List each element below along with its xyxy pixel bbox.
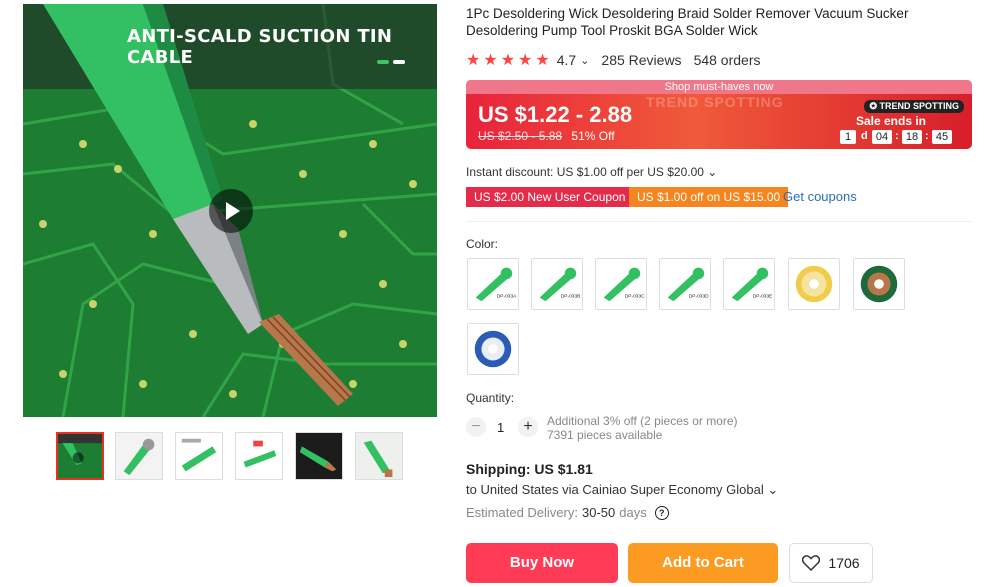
sale-ends-label: Sale ends in (855, 114, 926, 128)
main-product-image[interactable]: ANTI-SCALD SUCTION TIN CABLE (23, 4, 437, 417)
video-play-icon[interactable] (209, 189, 253, 233)
countdown-minutes: 18 (902, 130, 922, 144)
color-swatch-4[interactable]: DP-033D (659, 258, 711, 310)
svg-text:DP-033B: DP-033B (561, 293, 580, 299)
thumbnail-6[interactable] (355, 432, 403, 480)
swatch-image: DP-033D (660, 259, 710, 309)
swatch-image: DP-033A (468, 259, 518, 309)
help-icon[interactable]: ? (654, 505, 669, 520)
original-price: US $2.50 - 5.88 (478, 129, 563, 143)
thumbnail-3[interactable] (175, 432, 223, 480)
heart-icon (802, 555, 821, 571)
svg-text:DP-033A: DP-033A (497, 293, 517, 299)
main-image-banner-text: ANTI-SCALD SUCTION TIN CABLE (127, 26, 393, 68)
svg-text:DP-033E: DP-033E (753, 293, 772, 299)
svg-text:DP-033C: DP-033C (625, 293, 645, 299)
quantity-increase-button[interactable]: + (518, 417, 538, 437)
swatch-image: DP-033E (724, 259, 774, 309)
rating-row[interactable]: ★ ★ ★ ★ ★ 4.7 ⌄ 285 Reviews 548 orders (466, 50, 761, 70)
new-user-coupon[interactable]: US $2.00 New User Coupon (466, 187, 634, 207)
thumbnail-4[interactable] (235, 432, 283, 480)
pieces-available: 7391 pieces available (547, 428, 663, 442)
countdown-hours: 04 (872, 130, 892, 144)
swatch-image: DP-033B (532, 259, 582, 309)
countdown-separator: : (895, 130, 899, 142)
color-swatch-1[interactable]: DP-033A (467, 258, 519, 310)
trend-badge-label: TREND SPOTTING (879, 101, 959, 111)
countdown-d-unit: d (861, 130, 868, 142)
wishlist-count: 1706 (828, 555, 860, 571)
star-icon: ★ (466, 52, 481, 69)
wishlist-button[interactable]: 1706 (789, 543, 873, 583)
swatch-image (468, 324, 518, 374)
star-icon: ★ (518, 52, 533, 69)
swatch-image (854, 259, 904, 309)
shipping-title: Shipping: US $1.81 (466, 461, 593, 477)
rating-value: 4.7 (556, 52, 577, 68)
product-title: 1Pc Desoldering Wick Desoldering Braid S… (466, 6, 909, 38)
countdown-days: 1 (840, 130, 856, 144)
rating-chevron-icon[interactable]: ⌄ (580, 54, 589, 67)
color-swatch-5[interactable]: DP-033E (723, 258, 775, 310)
discount-percent: 51% Off (571, 129, 615, 143)
countdown-separator: : (925, 130, 929, 142)
color-swatch-3[interactable]: DP-033C (595, 258, 647, 310)
star-icon: ★ (535, 52, 550, 69)
bulk-discount-note: Additional 3% off (2 pieces or more) (547, 414, 738, 428)
trend-badge-icon: ✪ (869, 101, 880, 111)
delivery-unit: days (619, 505, 647, 520)
delivery-value: 30-50 (581, 505, 616, 520)
swatch-image: DP-033C (596, 259, 646, 309)
delivery-label: Estimated Delivery: (466, 505, 578, 520)
current-price: US $1.22 - 2.88 (478, 102, 633, 127)
thumbnail-image (58, 434, 102, 478)
quantity-decrease-button[interactable]: − (466, 417, 486, 437)
spend-coupon[interactable]: US $1.00 off on US $15.00 (629, 187, 789, 207)
reviews-link[interactable]: 285 Reviews (601, 52, 681, 68)
thumbnail-image (296, 433, 342, 479)
svg-text:DP-033D: DP-033D (689, 293, 709, 299)
color-swatch-6[interactable] (788, 258, 840, 310)
quantity-value[interactable]: 1 (497, 420, 504, 435)
star-icon: ★ (500, 52, 516, 69)
price-banner-header: Shop must-haves now (466, 80, 972, 94)
color-swatch-7[interactable] (853, 258, 905, 310)
quantity-note: Additional 3% off (2 pieces or more) 739… (547, 414, 738, 442)
thumbnail-2[interactable] (115, 432, 163, 480)
swatch-image (789, 259, 839, 309)
countdown-seconds: 45 (932, 130, 952, 144)
thumbnail-image (176, 433, 222, 479)
instant-discount[interactable]: Instant discount: US $1.00 off per US $2… (466, 165, 717, 179)
shipping-destination[interactable]: to United States via Cainiao Super Econo… (466, 482, 778, 498)
banner-dash-white (393, 60, 405, 64)
color-swatch-2[interactable]: DP-033B (531, 258, 583, 310)
thumbnail-1[interactable] (56, 432, 104, 480)
quantity-label: Quantity: (466, 391, 515, 405)
buy-now-button[interactable]: Buy Now (466, 543, 618, 583)
star-icon: ★ (483, 52, 498, 69)
orders-count: 548 orders (693, 52, 761, 68)
estimated-delivery: Estimated Delivery: 30-50 days ? (466, 505, 669, 520)
thumbnail-image (356, 433, 402, 479)
price-banner-watermark: TREND SPOTTING (646, 94, 784, 110)
color-swatch-8[interactable] (467, 323, 519, 375)
trend-spotting-badge: ✪ TREND SPOTTING (864, 100, 964, 113)
get-coupons-link[interactable]: Get coupons (783, 189, 857, 204)
price-banner: Shop must-haves now TREND SPOTTING US $1… (466, 80, 972, 149)
divider (466, 221, 972, 222)
thumbnail-5[interactable] (295, 432, 343, 480)
banner-dash-green (377, 60, 389, 64)
original-price-row: US $2.50 - 5.88 51% Off (478, 129, 615, 143)
add-to-cart-button[interactable]: Add to Cart (628, 543, 778, 583)
thumbnail-image (116, 433, 162, 479)
color-label: Color: (466, 237, 499, 251)
thumbnail-image (236, 433, 282, 479)
